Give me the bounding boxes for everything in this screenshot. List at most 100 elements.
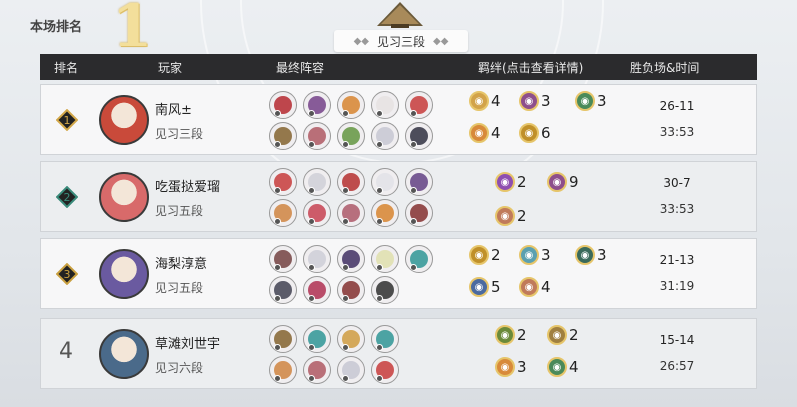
- bond-item[interactable]: ◉ 2: [495, 325, 527, 345]
- rank-badge-number: 3: [64, 268, 71, 281]
- hero-icon[interactable]: [303, 276, 331, 304]
- hero-icon[interactable]: [405, 122, 433, 150]
- hero-icon[interactable]: [269, 168, 297, 196]
- player-name: 草滩刘世宇: [155, 337, 221, 352]
- hero-star-icon: [376, 110, 383, 117]
- hero-icon[interactable]: [337, 356, 365, 384]
- hero-icon[interactable]: [371, 325, 399, 353]
- win-loss: 26-11: [659, 99, 695, 113]
- bond-icon: ◉: [469, 245, 489, 265]
- hero-star-icon: [376, 264, 383, 271]
- hero-icon[interactable]: [269, 122, 297, 150]
- match-time: 33:53: [659, 125, 695, 139]
- player-avatar[interactable]: [99, 172, 149, 222]
- bond-item[interactable]: ◉ 9: [547, 172, 579, 192]
- hero-star-icon: [308, 375, 315, 382]
- hero-icon[interactable]: [405, 245, 433, 273]
- col-bonds: 羁绊(点击查看详情): [478, 61, 584, 75]
- ranking-row[interactable]: 1 南风± 见习三段 ◉ 4 ◉ 3 ◉ 3 ◉ 4 ◉ 6 26-11 33:53: [40, 84, 757, 155]
- hero-star-icon: [308, 110, 315, 117]
- hero-icon[interactable]: [337, 325, 365, 353]
- hero-icon[interactable]: [337, 91, 365, 119]
- bond-item[interactable]: ◉ 6: [519, 123, 551, 143]
- hero-icon[interactable]: [303, 356, 331, 384]
- bond-count: 3: [597, 246, 607, 264]
- rank-number: 4: [59, 339, 73, 364]
- bond-count: 4: [491, 92, 501, 110]
- hero-icon[interactable]: [371, 168, 399, 196]
- bond-item[interactable]: ◉ 4: [469, 123, 501, 143]
- hero-star-icon: [410, 187, 417, 194]
- hero-icon[interactable]: [269, 325, 297, 353]
- ranking-row[interactable]: 4 草滩刘世宇 见习六段 ◉ 2 ◉ 2 ◉ 3 ◉ 4 15-14 26:57: [40, 318, 757, 389]
- hero-icon[interactable]: [405, 168, 433, 196]
- hero-star-icon: [274, 344, 281, 351]
- hero-icon[interactable]: [303, 199, 331, 227]
- hero-icon[interactable]: [371, 245, 399, 273]
- bond-count: 6: [541, 124, 551, 142]
- hero-star-icon: [274, 295, 281, 302]
- hero-star-icon: [342, 187, 349, 194]
- bond-item[interactable]: ◉ 2: [495, 172, 527, 192]
- bond-item[interactable]: ◉ 2: [469, 245, 501, 265]
- hero-icon[interactable]: [303, 91, 331, 119]
- hero-icon[interactable]: [337, 168, 365, 196]
- hero-star-icon: [376, 344, 383, 351]
- player-avatar[interactable]: [99, 329, 149, 379]
- bond-icon: ◉: [547, 172, 567, 192]
- player-avatar[interactable]: [99, 95, 149, 145]
- hero-star-icon: [376, 295, 383, 302]
- hero-star-icon: [342, 295, 349, 302]
- hero-icon[interactable]: [371, 91, 399, 119]
- bond-icon: ◉: [495, 206, 515, 226]
- bond-item[interactable]: ◉ 3: [575, 245, 607, 265]
- hero-icon[interactable]: [371, 276, 399, 304]
- bond-count: 3: [517, 358, 527, 376]
- player-avatar[interactable]: [99, 249, 149, 299]
- rank-badge-icon: 1: [55, 108, 79, 132]
- hero-icon[interactable]: [371, 199, 399, 227]
- player-name: 海梨淳意: [155, 257, 208, 272]
- bond-count: 2: [569, 326, 579, 344]
- rank-badge-icon: 3: [55, 262, 79, 286]
- bond-item[interactable]: ◉ 4: [469, 91, 501, 111]
- hero-icon[interactable]: [269, 199, 297, 227]
- hero-icon[interactable]: [303, 122, 331, 150]
- hero-icon[interactable]: [337, 276, 365, 304]
- bond-item[interactable]: ◉ 5: [469, 277, 501, 297]
- hero-star-icon: [376, 141, 383, 148]
- player-name: 南风±: [155, 103, 192, 118]
- bond-item[interactable]: ◉ 3: [575, 91, 607, 111]
- hero-icon[interactable]: [303, 325, 331, 353]
- ranking-row[interactable]: 2 吃蛋挞爱瑠 见习五段 ◉ 2 ◉ 9 ◉ 2 30-7 33:53: [40, 161, 757, 232]
- bond-item[interactable]: ◉ 4: [547, 357, 579, 377]
- match-time: 33:53: [659, 202, 695, 216]
- hero-star-icon: [410, 110, 417, 117]
- hero-icon[interactable]: [269, 276, 297, 304]
- hero-icon[interactable]: [269, 91, 297, 119]
- hero-icon[interactable]: [303, 245, 331, 273]
- hero-star-icon: [342, 110, 349, 117]
- hero-icon[interactable]: [405, 91, 433, 119]
- bond-item[interactable]: ◉ 4: [519, 277, 551, 297]
- hero-icon[interactable]: [337, 199, 365, 227]
- hero-icon[interactable]: [269, 356, 297, 384]
- win-loss: 15-14: [659, 333, 695, 347]
- hero-icon[interactable]: [405, 199, 433, 227]
- bond-item[interactable]: ◉ 3: [519, 245, 551, 265]
- bond-item[interactable]: ◉ 3: [495, 357, 527, 377]
- hero-icon[interactable]: [371, 122, 399, 150]
- hero-star-icon: [410, 141, 417, 148]
- hero-icon[interactable]: [337, 245, 365, 273]
- bond-item[interactable]: ◉ 2: [495, 206, 527, 226]
- ranking-row[interactable]: 3 海梨淳意 见习五段 ◉ 2 ◉ 3 ◉ 3 ◉ 5 ◉ 4 21-13 31:19: [40, 238, 757, 309]
- hero-icon[interactable]: [337, 122, 365, 150]
- bond-item[interactable]: ◉ 3: [519, 91, 551, 111]
- bond-icon: ◉: [495, 357, 515, 377]
- hero-icon[interactable]: [303, 168, 331, 196]
- hero-icon[interactable]: [371, 356, 399, 384]
- hero-star-icon: [308, 141, 315, 148]
- bond-item[interactable]: ◉ 2: [547, 325, 579, 345]
- hero-icon[interactable]: [269, 245, 297, 273]
- hero-star-icon: [308, 187, 315, 194]
